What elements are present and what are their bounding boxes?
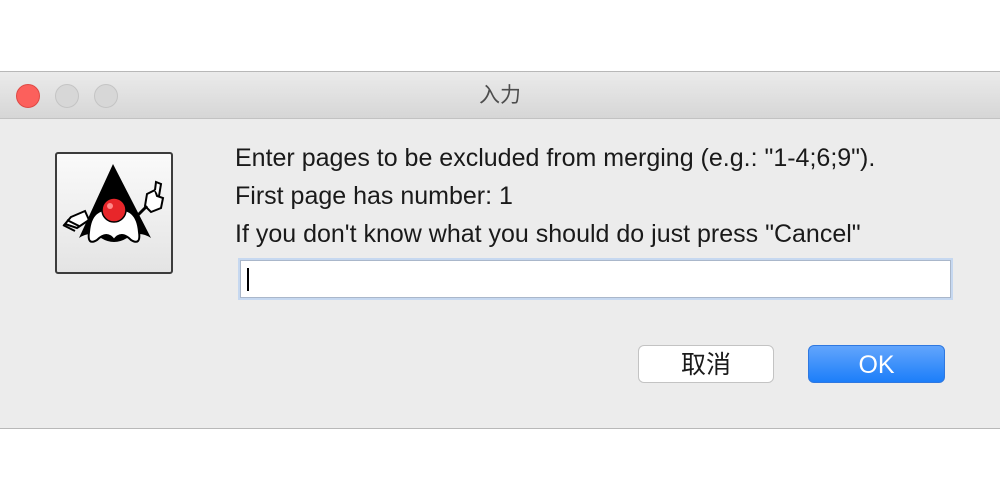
input-dialog: 入力 Enter pages to be excluded from mergi… [0, 71, 1000, 429]
window-title: 入力 [479, 84, 521, 107]
message-line: First page has number: 1 [235, 182, 513, 210]
pages-input-field[interactable] [240, 260, 951, 298]
ok-button[interactable]: OK [808, 345, 945, 383]
cancel-button[interactable]: 取消 [638, 345, 774, 383]
message-line: If you don't know what you should do jus… [235, 220, 861, 248]
text-caret [247, 268, 249, 291]
title-bar[interactable]: 入力 [0, 72, 1000, 119]
java-duke-icon [55, 152, 173, 274]
dialog-message: Enter pages to be excluded from merging … [235, 139, 975, 253]
message-line: Enter pages to be excluded from merging … [235, 144, 876, 172]
